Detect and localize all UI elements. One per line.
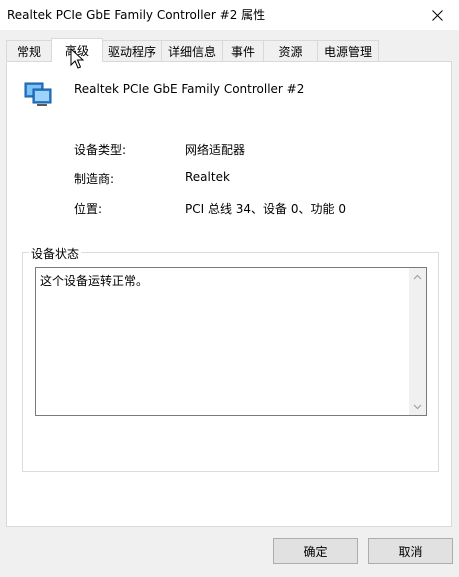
ok-button-label: 确定	[303, 544, 328, 559]
tab-label: 常规	[16, 44, 41, 59]
cancel-button[interactable]: 取消	[368, 538, 453, 564]
scroll-down-button[interactable]	[409, 398, 426, 415]
chevron-up-icon	[413, 274, 422, 279]
tab-label: 详细信息	[167, 44, 216, 59]
tab-general[interactable]: 常规	[6, 40, 52, 61]
device-name: Realtek PCIe GbE Family Controller #2	[74, 82, 305, 96]
device-status-title: 设备状态	[29, 245, 82, 262]
ok-button[interactable]: 确定	[273, 538, 358, 564]
tab-power-management[interactable]: 电源管理	[317, 40, 379, 61]
device-status-group: 设备状态 这个设备运转正常。	[22, 245, 439, 472]
location-label: 位置:	[74, 202, 103, 216]
device-type-value: 网络适配器	[185, 143, 246, 157]
device-type-label: 设备类型:	[74, 143, 127, 157]
tab-panel: Realtek PCIe GbE Family Controller #2 设备…	[6, 61, 452, 527]
tab-resources[interactable]: 资源	[263, 40, 318, 61]
tab-label: 电源管理	[323, 44, 372, 59]
tab-label: 资源	[278, 44, 303, 59]
mouse-cursor-icon	[70, 48, 84, 69]
network-adapter-icon	[24, 82, 52, 106]
manufacturer-value: Realtek	[185, 170, 230, 184]
tab-label: 事件	[230, 44, 255, 59]
location-value: PCI 总线 34、设备 0、功能 0	[185, 202, 346, 216]
status-scrollbar[interactable]	[409, 268, 426, 415]
cancel-button-label: 取消	[398, 544, 423, 559]
scroll-up-button[interactable]	[409, 268, 426, 285]
manufacturer-label: 制造商:	[74, 172, 115, 186]
tab-driver[interactable]: 驱动程序	[102, 40, 162, 61]
tab-strip: 常规 高级 驱动程序 详细信息 事件 资源 电源管理	[0, 38, 459, 62]
tab-events[interactable]: 事件	[222, 40, 264, 61]
tab-details[interactable]: 详细信息	[161, 40, 223, 61]
title-bar[interactable]: Realtek PCIe GbE Family Controller #2 属性	[0, 0, 459, 30]
close-button[interactable]	[415, 0, 459, 30]
close-icon	[431, 9, 443, 21]
device-status-textbox[interactable]: 这个设备运转正常。	[35, 267, 427, 416]
chevron-down-icon	[413, 404, 422, 409]
tab-label: 驱动程序	[107, 44, 156, 59]
device-status-text: 这个设备运转正常。	[40, 274, 149, 288]
window-title: Realtek PCIe GbE Family Controller #2 属性	[7, 8, 266, 22]
